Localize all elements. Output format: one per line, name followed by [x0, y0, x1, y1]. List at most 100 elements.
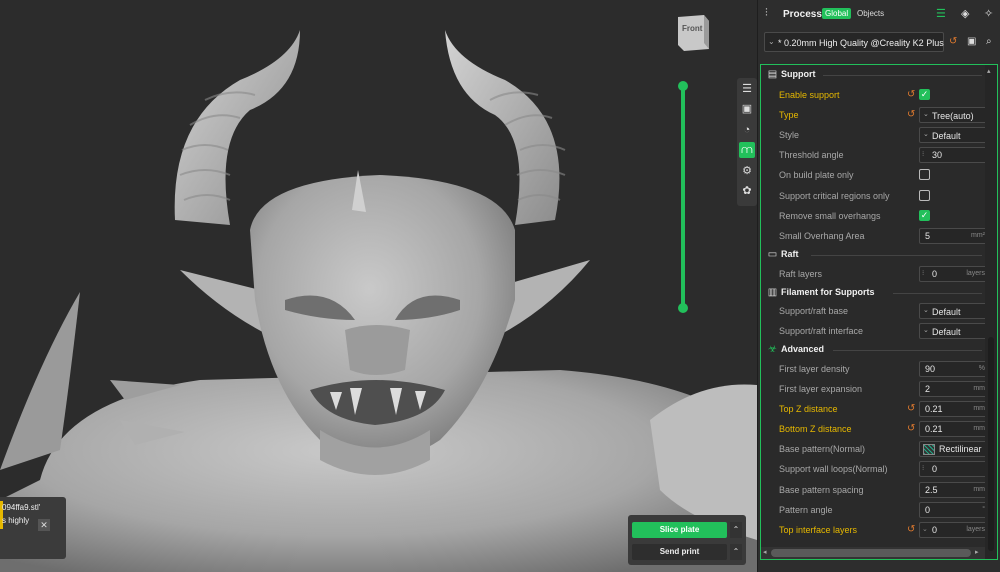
speed-icon[interactable]: ◔ — [739, 122, 755, 138]
gear-settings-icon[interactable]: ⚙ — [739, 163, 755, 179]
section-divider — [811, 255, 982, 256]
raft-base-filament-select[interactable]: ⌄ Default — [919, 303, 989, 319]
object-list-icon[interactable]: ▣ — [739, 101, 755, 117]
remove-small-overhangs-checkbox[interactable]: ✓ — [919, 210, 930, 221]
save-icon[interactable]: ▣ — [967, 36, 976, 47]
reset-preset-icon[interactable]: ↺ — [949, 36, 957, 47]
tab-global[interactable]: Global — [822, 8, 852, 19]
horizontal-scroll-thumb[interactable] — [771, 549, 971, 557]
support-style-select[interactable]: ⌄ Default — [919, 127, 989, 143]
bottom-z-distance-input[interactable]: 0.21 mm — [919, 421, 989, 437]
reset-icon[interactable]: ↺ — [907, 524, 915, 535]
input-value: 30 — [932, 150, 943, 160]
slice-plate-button[interactable]: Slice plate — [632, 522, 727, 538]
support-icon[interactable]: ⩋ — [739, 142, 755, 158]
setting-label: Support critical regions only — [779, 191, 890, 201]
first-layer-density-input[interactable]: 90 % — [919, 361, 989, 377]
input-value: 0 — [932, 269, 938, 279]
row-first-layer-density: First layer density 90 % — [761, 359, 989, 379]
vertical-scroll-thumb[interactable] — [988, 337, 994, 551]
send-print-button[interactable]: Send print — [632, 544, 727, 560]
settings-list: ▤ Support Enable support ↺ ✓ Type ↺ ⌄ Tr… — [760, 64, 998, 560]
setting-label: Support/raft base — [779, 306, 849, 316]
critical-regions-checkbox[interactable] — [919, 190, 930, 201]
setting-label: First layer density — [779, 364, 850, 374]
demon-bust-model[interactable] — [0, 0, 757, 572]
scroll-left-icon[interactable]: ◂ — [763, 548, 767, 556]
reset-icon[interactable]: ↺ — [907, 403, 915, 414]
reset-icon[interactable]: ↺ — [907, 423, 915, 434]
slider-bottom-handle[interactable] — [678, 303, 688, 313]
spinner-icon[interactable]: ⁝ — [922, 464, 924, 472]
small-overhang-area-input[interactable]: 5 mm² — [919, 228, 989, 244]
select-value: Rectilinear — [939, 444, 982, 454]
section-title: Support — [781, 69, 816, 79]
search-icon[interactable]: ⌕ — [986, 36, 992, 47]
wand-icon[interactable]: ✧ — [984, 7, 993, 20]
top-z-distance-input[interactable]: 0.21 mm — [919, 401, 989, 417]
process-panel: ⫶ Process Global Objects ☰ ◈ ✧ ⌄ * 0.20m… — [757, 0, 1000, 572]
notification-line-1: 094ffa9.stl' — [2, 503, 41, 512]
close-icon[interactable]: ✕ — [38, 519, 50, 531]
process-preset-select[interactable]: ⌄ * 0.20mm High Quality @Creality K2 Plu… — [764, 32, 944, 52]
reset-icon[interactable]: ↺ — [907, 89, 915, 100]
slice-options-chevron-up-icon[interactable]: ⌃ — [730, 522, 742, 538]
input-unit: mm — [973, 425, 985, 432]
setting-label: Bottom Z distance — [779, 424, 852, 434]
raft-interface-filament-select[interactable]: ⌄ Default — [919, 323, 989, 339]
slider-top-handle[interactable] — [678, 81, 688, 91]
raft-layers-input[interactable]: ⁝ 0 layers — [919, 266, 989, 282]
send-options-chevron-up-icon[interactable]: ⌃ — [730, 544, 742, 560]
input-unit: mm — [973, 405, 985, 412]
3d-viewport[interactable]: Front ☰ ▣ ◔ ⩋ ⚙ ✿ 094ffa9.stl' s highly … — [0, 0, 757, 572]
process-title: Process — [783, 9, 822, 20]
spinner-icon[interactable]: ⁝ — [922, 150, 924, 158]
wall-loops-input[interactable]: ⁝ 0 — [919, 461, 989, 477]
input-unit: mm — [973, 486, 985, 493]
build-plate-only-checkbox[interactable] — [919, 169, 930, 180]
setting-label: Top Z distance — [779, 404, 838, 414]
multi-part-icon[interactable]: ✿ — [739, 183, 755, 199]
select-value: Default — [932, 327, 961, 337]
input-unit: mm² — [971, 232, 985, 239]
filament-section-icon: ▥ — [767, 287, 778, 298]
scroll-right-icon[interactable]: ▸ — [975, 548, 979, 556]
chevron-down-icon: ⌄ — [923, 111, 929, 118]
section-divider — [823, 75, 982, 76]
top-interface-layers-input[interactable]: ⌄ 0 layers — [919, 522, 989, 538]
base-pattern-select[interactable]: Rectilinear — [919, 441, 989, 457]
horizontal-scrollbar[interactable]: ◂ ▸ — [761, 547, 985, 559]
input-value: 0.21 — [925, 404, 943, 414]
row-support-wall-loops: Support wall loops(Normal) ⁝ 0 — [761, 459, 989, 479]
select-value: Default — [932, 131, 961, 141]
pattern-angle-input[interactable]: 0 ° — [919, 502, 989, 518]
setting-label: Style — [779, 130, 800, 140]
navigation-cube[interactable]: Front — [676, 13, 711, 53]
chevron-down-icon: ⌄ — [923, 131, 929, 138]
list-view-icon[interactable]: ☰ — [936, 7, 946, 20]
nav-cube-face-label: Front — [682, 24, 703, 33]
compare-icon[interactable]: ◈ — [961, 7, 969, 20]
reset-icon[interactable]: ↺ — [907, 109, 915, 120]
support-type-select[interactable]: ⌄ Tree(auto) — [919, 107, 989, 123]
input-unit: mm — [973, 385, 985, 392]
layer-range-slider[interactable] — [678, 81, 688, 313]
sliders-icon: ⫶ — [765, 7, 768, 19]
slicer-app: Front ☰ ▣ ◔ ⩋ ⚙ ✿ 094ffa9.stl' s highly … — [0, 0, 1000, 572]
enable-support-checkbox[interactable]: ✓ — [919, 89, 930, 100]
spinner-icon[interactable]: ⁝ — [922, 269, 924, 277]
spinner-icon[interactable]: ⌄ — [922, 525, 928, 533]
threshold-angle-input[interactable]: ⁝ 30 — [919, 147, 989, 163]
scroll-up-icon[interactable]: ▴ — [987, 67, 991, 75]
first-layer-expansion-input[interactable]: 2 mm — [919, 381, 989, 397]
layers-icon[interactable]: ☰ — [739, 81, 755, 97]
row-raft-base: Support/raft base ⌄ Default — [761, 301, 989, 321]
vertical-scrollbar[interactable]: ▴ — [985, 65, 997, 559]
setting-label: On build plate only — [779, 170, 854, 180]
setting-label: Pattern angle — [779, 505, 833, 515]
tab-objects[interactable]: Objects — [857, 9, 884, 18]
select-value: Default — [932, 307, 961, 317]
input-value: 2 — [925, 384, 931, 394]
pattern-spacing-input[interactable]: 2.5 mm — [919, 482, 989, 498]
row-top-interface-layers: Top interface layers ↺ ⌄ 0 layers — [761, 520, 989, 540]
